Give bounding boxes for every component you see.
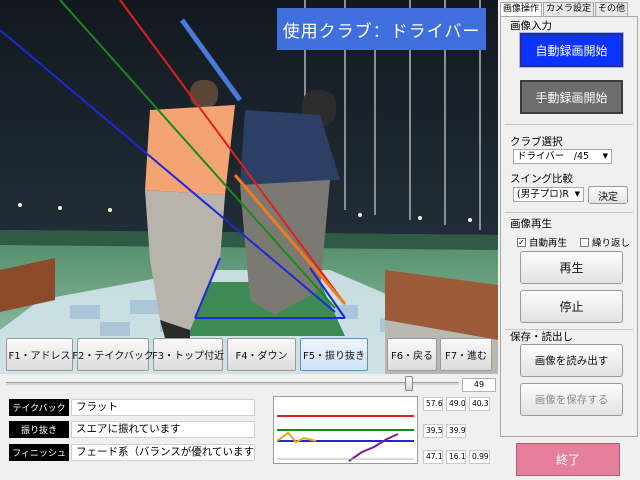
swing-compare-value: (男子プロ)R bbox=[517, 189, 570, 200]
swing-compare-dropdown[interactable]: (男子プロ)R ▼ bbox=[513, 187, 584, 202]
checkbox-icon bbox=[580, 237, 589, 247]
purple-trace-line bbox=[348, 433, 399, 462]
save-load-heading: 保存・読出し bbox=[510, 331, 573, 343]
frame-slider-thumb[interactable] bbox=[405, 376, 413, 391]
follow-through-label: 振り抜き bbox=[9, 421, 69, 438]
club-select-heading: クラブ選択 bbox=[510, 136, 563, 148]
auto-play-label: 自動再生 bbox=[529, 238, 568, 249]
exit-button[interactable]: 終了 bbox=[516, 443, 620, 476]
club-in-use-banner: 使用クラブ：ドライバー bbox=[277, 8, 486, 50]
tab-image-operation[interactable]: 画像操作 bbox=[500, 2, 543, 16]
takeback-label: テイクバック bbox=[9, 399, 69, 416]
frame-slider-track[interactable] bbox=[6, 382, 459, 385]
divider bbox=[505, 124, 633, 125]
readout-5: 39.9 bbox=[446, 424, 466, 438]
f4-down-button[interactable]: F4・ダウン bbox=[227, 338, 296, 371]
takeback-result: フラット bbox=[71, 399, 255, 416]
video-viewport[interactable]: 使用クラブ：ドライバー bbox=[0, 0, 498, 374]
f7-forward-button[interactable]: F7・進む bbox=[440, 338, 492, 371]
finish-label: フィニッシュ bbox=[9, 444, 69, 461]
follow-through-result: スエアに振れています bbox=[71, 421, 255, 438]
readout-8: 0.99 bbox=[469, 450, 490, 464]
readout-3: 40.3 bbox=[469, 397, 490, 411]
tab-other[interactable]: その他 bbox=[595, 2, 629, 16]
auto-record-button[interactable]: 自動録画開始 bbox=[519, 32, 624, 68]
play-button[interactable]: 再生 bbox=[520, 251, 623, 284]
readout-4: 39.5 bbox=[423, 424, 443, 438]
f2-takeback-button[interactable]: F2・テイクバック bbox=[72, 338, 154, 371]
swing-video-frame bbox=[0, 0, 498, 374]
checkbox-icon: ✓ bbox=[517, 237, 526, 247]
frame-slider-value: 49 bbox=[462, 378, 496, 392]
manual-record-button[interactable]: 手動録画開始 bbox=[520, 80, 623, 114]
dropdown-arrow-icon: ▼ bbox=[602, 152, 608, 160]
panel-tabs: 画像操作 カメラ設定 その他 bbox=[500, 2, 629, 16]
load-image-button[interactable]: 画像を読み出す bbox=[520, 344, 623, 377]
club-select-dropdown[interactable]: ドライバー /45 ▼ bbox=[513, 149, 612, 164]
club-select-value: ドライバー /45 bbox=[517, 151, 590, 162]
playback-heading: 画像再生 bbox=[510, 218, 552, 230]
divider bbox=[505, 212, 633, 213]
repeat-checkbox[interactable]: 繰り返し bbox=[580, 235, 630, 249]
stop-button[interactable]: 停止 bbox=[520, 290, 623, 323]
f1-address-button[interactable]: F1・アドレス bbox=[6, 338, 73, 371]
readout-7: 16.1 bbox=[446, 450, 466, 464]
auto-play-checkbox[interactable]: ✓ 自動再生 bbox=[517, 235, 567, 249]
readout-2: 49.0 bbox=[446, 397, 466, 411]
finish-result: フェード系（バランスが優れています） bbox=[71, 444, 255, 461]
save-image-button[interactable]: 画像を保存する bbox=[520, 383, 623, 416]
decide-button[interactable]: 決定 bbox=[588, 186, 628, 204]
swing-mini-chart bbox=[273, 396, 418, 464]
dropdown-arrow-icon: ▼ bbox=[574, 190, 580, 198]
swing-compare-heading: スイング比較 bbox=[510, 173, 573, 185]
f3-top-button[interactable]: F3・トップ付近 bbox=[152, 338, 224, 371]
readout-6: 47.1 bbox=[423, 450, 443, 464]
repeat-label: 繰り返し bbox=[592, 238, 631, 249]
f6-back-button[interactable]: F6・戻る bbox=[387, 338, 437, 371]
readout-1: 57.6 bbox=[423, 397, 443, 411]
image-input-heading: 画像入力 bbox=[510, 20, 552, 32]
f5-follow-through-button[interactable]: F5・振り抜き bbox=[300, 338, 368, 371]
tab-camera-settings[interactable]: カメラ設定 bbox=[543, 2, 595, 16]
